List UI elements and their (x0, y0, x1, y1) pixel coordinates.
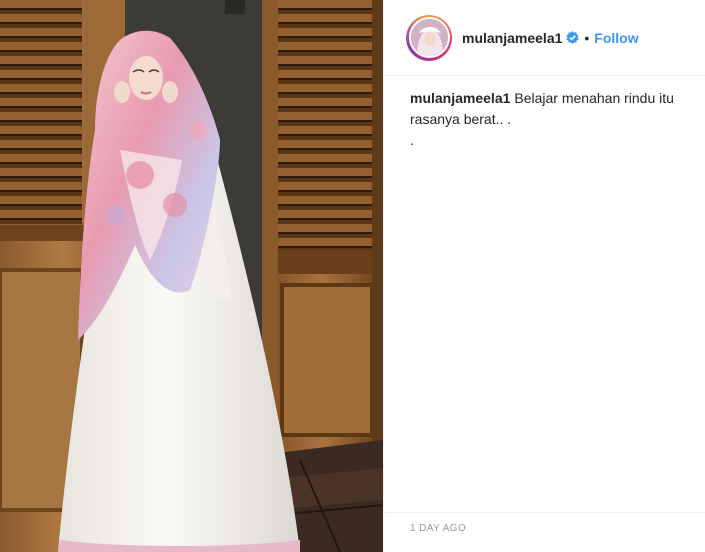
username-link[interactable]: mulanjameela1 (462, 30, 562, 46)
post-timestamp[interactable]: 1 DAY AGO (410, 523, 466, 534)
separator-dot: • (584, 29, 590, 46)
avatar-image (408, 17, 450, 58)
post-details-panel: mulanjameela1 • Follow mulanjameela1 Bela… (383, 0, 705, 552)
caption-username-link[interactable]: mulanjameela1 (410, 90, 510, 106)
verified-badge-icon (566, 31, 579, 44)
post-caption: mulanjameela1 Belajar menahan rindu itu r… (410, 88, 690, 151)
follow-button[interactable]: Follow (594, 30, 638, 46)
avatar[interactable] (406, 14, 452, 61)
post-photo[interactable] (0, 0, 383, 552)
caption-extra-line: . (410, 132, 414, 148)
post-header: mulanjameela1 • Follow (384, 0, 705, 76)
post-footer: 1 DAY AGO (384, 512, 705, 552)
